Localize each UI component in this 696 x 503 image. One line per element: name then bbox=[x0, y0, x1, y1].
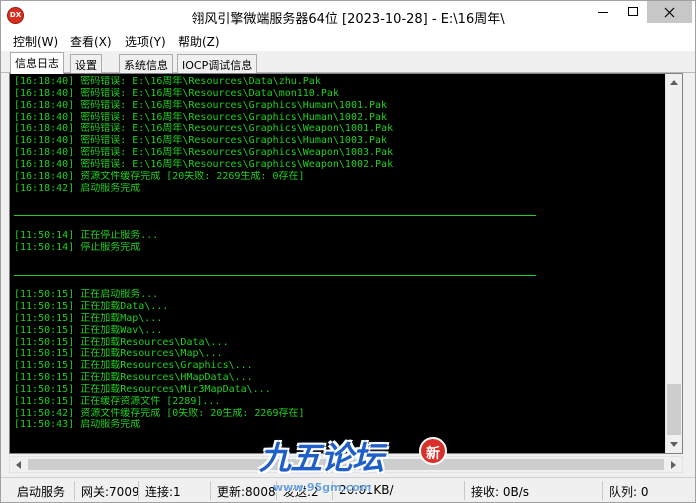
menu-control[interactable]: 控制(W) bbox=[11, 33, 60, 50]
log-line: [11:50:15] 正在加载Wav\... bbox=[14, 324, 163, 336]
log-line: [11:50:15] 正在加载Resources\Map\... bbox=[14, 348, 223, 360]
close-button[interactable] bbox=[647, 1, 692, 23]
arrow-left-icon bbox=[16, 461, 21, 469]
scroll-up-button[interactable] bbox=[666, 74, 682, 91]
log-line: [11:50:15] 正在加载Data\... bbox=[14, 301, 169, 313]
log-line: [16:18:40] 资源文件缓存完成 [20失败: 2269生成: 0存在] bbox=[14, 170, 305, 182]
status-receive: 接收: 0B/s bbox=[465, 481, 603, 500]
log-line: [16:18:40] 密码错误: E:\16周年\Resources\Data\… bbox=[14, 76, 321, 87]
log-line: [16:18:40] 密码错误: E:\16周年\Resources\Graph… bbox=[14, 123, 394, 135]
log-line: [16:18:40] 密码错误: E:\16周年\Resources\Data\… bbox=[14, 87, 339, 99]
status-send: 发送:2 bbox=[277, 481, 333, 500]
tab-strip: 信息日志 设置 系统信息 IOCP调试信息 bbox=[1, 51, 695, 74]
log-line: [16:18:40] 密码错误: E:\16周年\Resources\Graph… bbox=[14, 158, 394, 170]
log-line: [11:50:15] 正在启动服务... bbox=[14, 289, 159, 301]
menu-bar: 控制(W) 查看(X) 选项(Y) 帮助(Z) bbox=[1, 31, 695, 51]
log-separator bbox=[14, 275, 536, 276]
maximize-button[interactable] bbox=[618, 1, 648, 23]
status-rate: 20.61KB/ bbox=[333, 481, 465, 500]
log-line: [11:50:43] 启动服务完成 bbox=[14, 419, 141, 431]
log-line: [11:50:14] 停止服务完成 bbox=[14, 241, 141, 253]
log-line: [16:18:40] 密码错误: E:\16周年\Resources\Graph… bbox=[14, 99, 388, 111]
minimize-icon bbox=[598, 12, 608, 13]
horizontal-scroll-thumb[interactable] bbox=[28, 459, 664, 470]
log-line: [16:18:40] 密码错误: E:\16周年\Resources\Graph… bbox=[14, 111, 388, 123]
tab-iocp-debug[interactable]: IOCP调试信息 bbox=[177, 54, 258, 73]
arrow-up-icon bbox=[670, 80, 678, 85]
minimize-button[interactable] bbox=[588, 1, 618, 23]
status-update: 更新:8008 bbox=[211, 481, 277, 500]
close-icon bbox=[664, 7, 675, 18]
status-gateway: 网关:7009 bbox=[75, 481, 139, 500]
tab-settings[interactable]: 设置 bbox=[70, 54, 102, 73]
log-line: [11:50:15] 正在加载Resources\Mir3MapData\... bbox=[14, 383, 271, 395]
vertical-scroll-thumb[interactable] bbox=[667, 384, 681, 435]
scroll-left-button[interactable] bbox=[10, 457, 27, 472]
status-bar: 启动服务 网关:7009 连接:1 更新:8008 发送:2 20.61KB/ … bbox=[1, 477, 695, 502]
log-lines: [16:18:40] 密码错误: E:\16周年\Resources\Data\… bbox=[14, 76, 659, 431]
scroll-down-button[interactable] bbox=[666, 436, 682, 453]
status-queue: 队列: 0 bbox=[609, 485, 649, 499]
log-line: [16:18:40] 密码错误: E:\16周年\Resources\Graph… bbox=[14, 147, 394, 159]
log-output[interactable]: [16:18:40] 密码错误: E:\16周年\Resources\Data\… bbox=[9, 73, 683, 454]
menu-help[interactable]: 帮助(Z) bbox=[176, 33, 222, 50]
title-bar[interactable]: DX 翎风引擎微端服务器64位 [2023-10-28] - E:\16周年\ bbox=[1, 1, 695, 31]
log-line: [16:18:42] 启动服务完成 bbox=[14, 182, 141, 194]
arrow-right-icon bbox=[671, 461, 676, 469]
menu-view[interactable]: 查看(X) bbox=[68, 33, 114, 50]
maximize-icon bbox=[628, 7, 638, 16]
tab-system-info[interactable]: 系统信息 bbox=[119, 54, 173, 73]
vertical-scrollbar[interactable] bbox=[665, 74, 682, 453]
menu-options[interactable]: 选项(Y) bbox=[123, 33, 168, 50]
log-line: [11:50:15] 正在加载Resources\HMapData\... bbox=[14, 372, 253, 384]
log-separator bbox=[14, 215, 536, 216]
log-line: [11:50:15] 正在加载Resources\Data\... bbox=[14, 336, 229, 348]
status-service: 启动服务 bbox=[11, 481, 75, 500]
log-line: [11:50:15] 正在缓存资源文件 [2289]... bbox=[14, 395, 221, 407]
status-connections: 连接:1 bbox=[139, 481, 211, 500]
scroll-right-button[interactable] bbox=[665, 457, 682, 472]
log-line: [11:50:15] 正在加载Map\... bbox=[14, 312, 163, 324]
tab-info-log[interactable]: 信息日志 bbox=[10, 52, 64, 74]
horizontal-scrollbar[interactable] bbox=[9, 456, 683, 473]
log-line: [11:50:42] 资源文件缓存完成 [0失败: 20生成: 2269存在] bbox=[14, 407, 305, 419]
log-line: [11:50:15] 正在加载Resources\Graphics\... bbox=[14, 360, 253, 372]
log-line: [11:50:14] 正在停止服务... bbox=[14, 229, 159, 241]
log-line: [16:18:40] 密码错误: E:\16周年\Resources\Graph… bbox=[14, 135, 388, 147]
arrow-down-icon bbox=[670, 442, 678, 447]
app-window: DX 翎风引擎微端服务器64位 [2023-10-28] - E:\16周年\ … bbox=[0, 0, 696, 503]
